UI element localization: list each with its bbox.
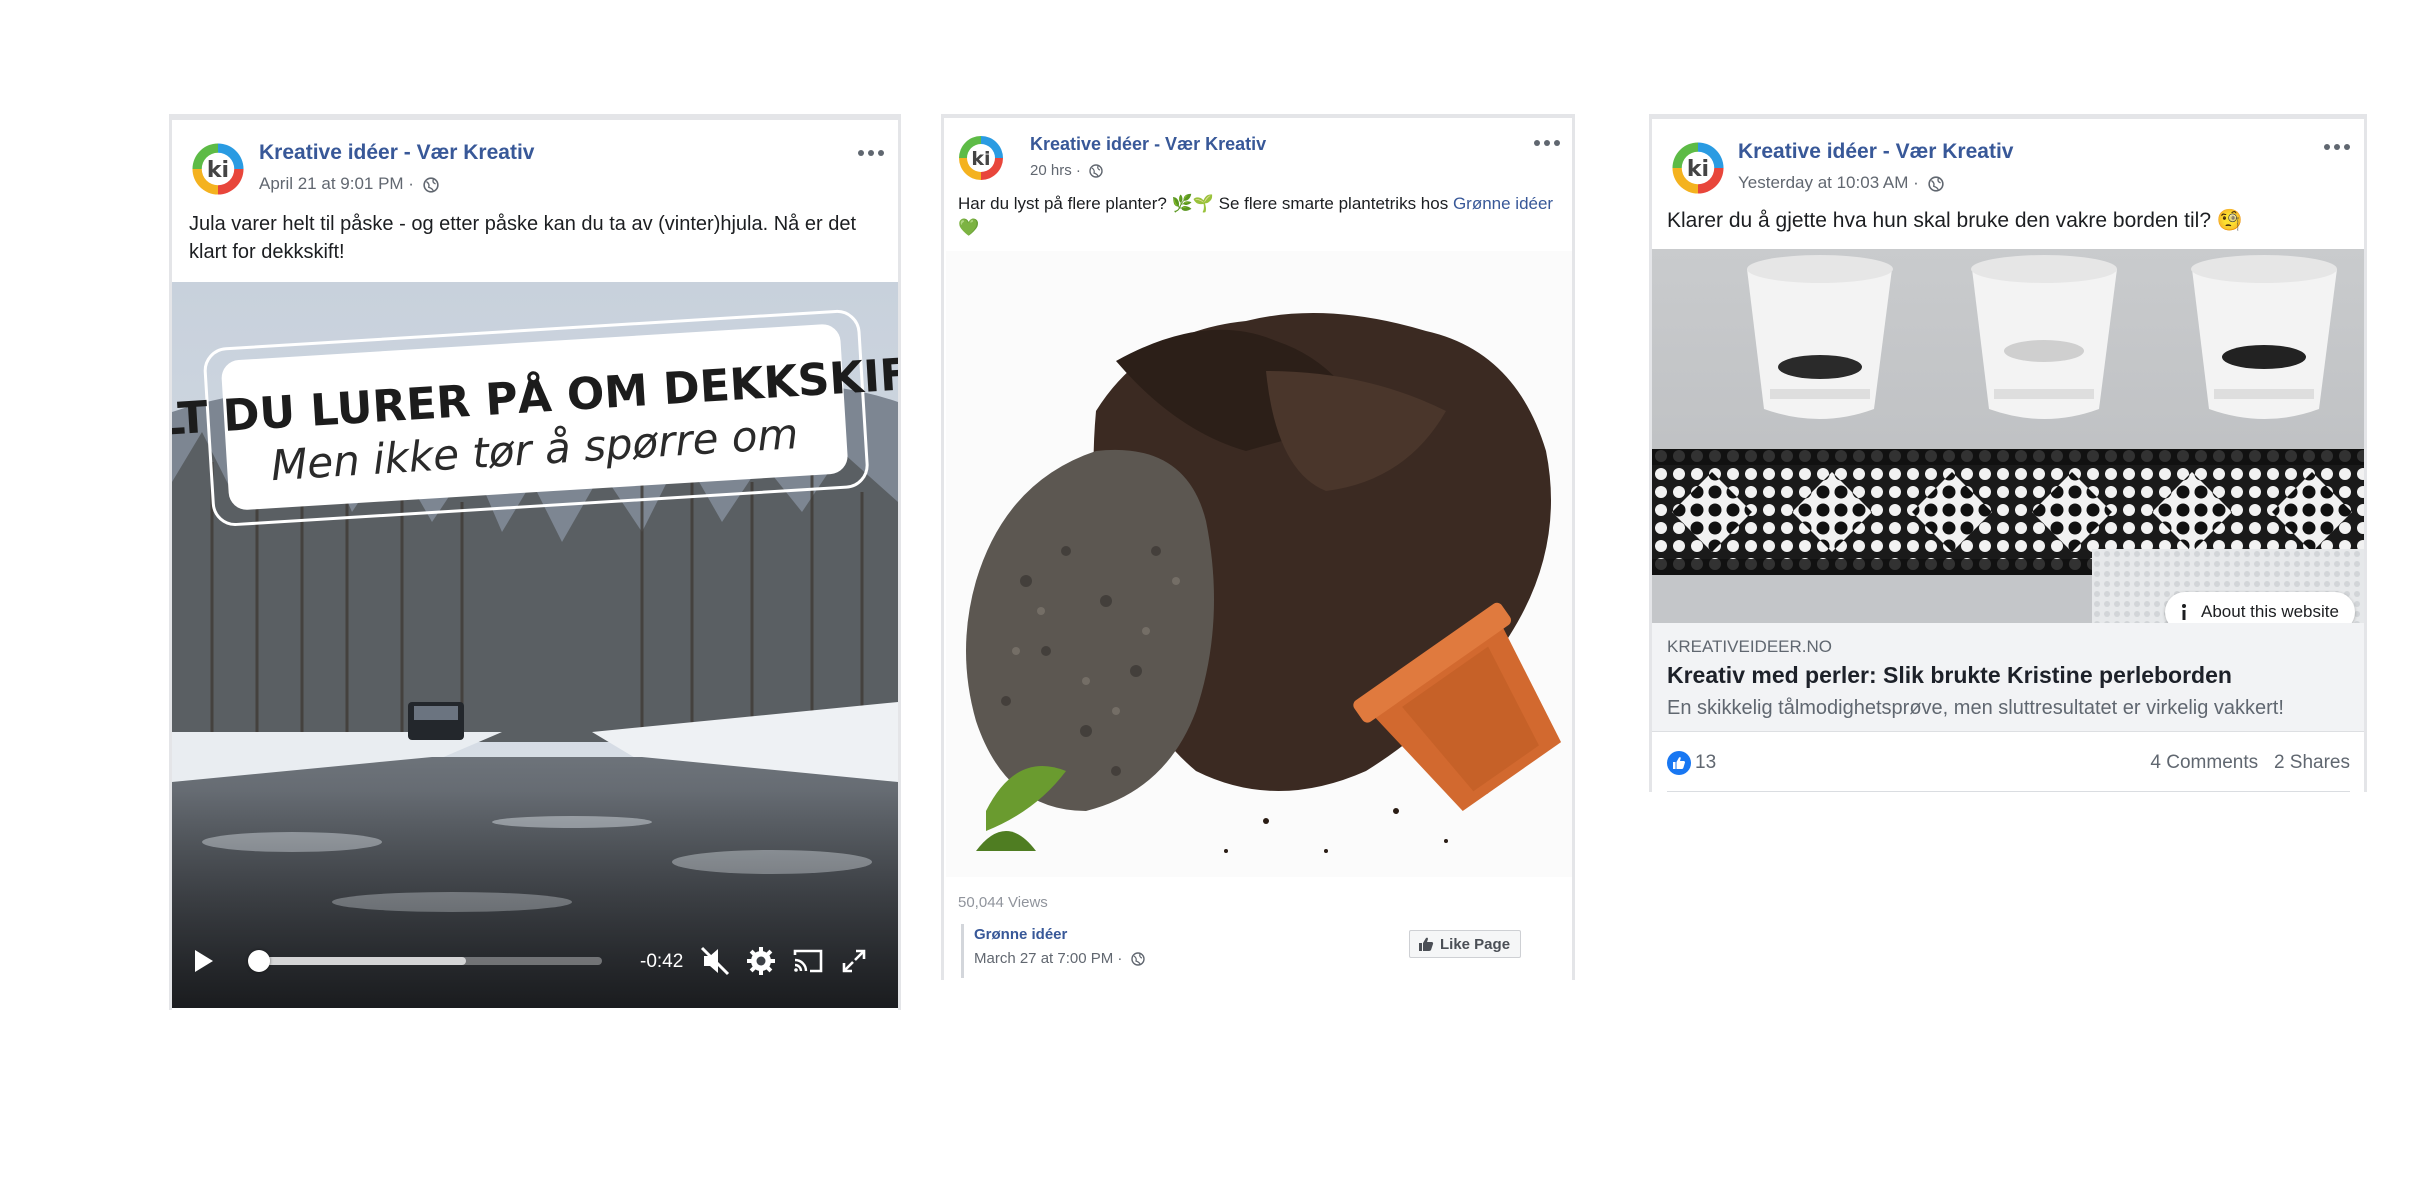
more-options-button[interactable] — [1534, 140, 1560, 146]
post-timestamp[interactable]: 20 hrs · — [1030, 162, 1103, 179]
more-options-button[interactable] — [858, 150, 884, 156]
shared-page-attribution: Grønne idéer March 27 at 7:00 PM · Like … — [961, 924, 1546, 978]
globe-icon — [1927, 175, 1944, 192]
globe-icon — [423, 176, 439, 193]
soil-and-pot-image — [946, 251, 1572, 877]
link-domain: KREATIVEIDEER.NO — [1667, 637, 1832, 656]
kreative-ideer-logo-icon — [1671, 141, 1725, 195]
like-page-label: Like Page — [1440, 935, 1511, 953]
thumbs-up-icon — [1419, 937, 1434, 951]
comments-count-link[interactable]: 4 Comments — [2150, 752, 2258, 773]
shared-video-post-planter: Kreative idéer - Vær Kreativ 20 hrs · Ha… — [941, 114, 1575, 980]
video-seek-bar[interactable] — [248, 950, 602, 972]
timestamp-text[interactable]: April 21 at 9:01 PM · — [259, 174, 419, 193]
shared-timestamp-text[interactable]: March 27 at 7:00 PM · — [974, 950, 1127, 967]
post-text: Jula varer helt til påske - og etter pås… — [189, 213, 857, 263]
play-icon[interactable] — [192, 948, 216, 974]
fullscreen-icon[interactable] — [841, 948, 867, 974]
link-preview-image[interactable] — [1652, 249, 2364, 623]
link-post-perlebord: Kreative idéer - Vær Kreativ Yesterday a… — [1649, 114, 2367, 792]
video-post-dekkskift: Kreative idéer - Vær Kreativ April 21 at… — [169, 114, 901, 1010]
engagement-counts: 4 Comments 2 Shares — [2150, 752, 2350, 774]
more-dots-icon — [858, 150, 864, 156]
shares-count-link[interactable]: 2 Shares — [2274, 752, 2350, 773]
link-preview-card[interactable]: KREATIVEIDEER.NO Kreativ med perler: Sli… — [1652, 623, 2364, 732]
page-avatar[interactable] — [1669, 139, 1727, 197]
beads-and-cups-image — [1652, 249, 2364, 623]
post-timestamp[interactable]: April 21 at 9:01 PM · — [259, 174, 439, 194]
video-player[interactable]: ALT DU LURER PÅ OM DEKKSKIFT Men ikke tø… — [172, 282, 898, 1008]
link-title[interactable]: Kreativ med perler: Slik brukte Kristine… — [1667, 662, 2232, 689]
video-thumbnail-soil[interactable] — [946, 251, 1572, 877]
more-dots-icon — [2324, 144, 2330, 150]
kreative-ideer-logo-icon — [191, 142, 245, 196]
page-avatar[interactable] — [956, 133, 1006, 183]
cast-icon[interactable] — [792, 948, 824, 974]
likes-count[interactable]: 13 — [1695, 752, 1716, 774]
kreative-ideer-logo-icon — [958, 135, 1004, 181]
post-text: Klarer du å gjette hva hun skal bruke de… — [1667, 209, 2243, 232]
video-frame-winter-road: ALT DU LURER PÅ OM DEKKSKIFT Men ikke tø… — [172, 282, 898, 1008]
page-name-link[interactable]: Kreative idéer - Vær Kreativ — [1738, 140, 2013, 164]
post-timestamp[interactable]: Yesterday at 10:03 AM · — [1738, 173, 1944, 193]
link-description: En skikkelig tålmodighetsprøve, men slut… — [1667, 697, 2284, 719]
more-dots-icon — [1534, 140, 1540, 146]
post-text-prefix: Har du lyst på flere planter? 🌿🌱 Se fler… — [958, 194, 1453, 213]
shared-post-timestamp[interactable]: March 27 at 7:00 PM · — [974, 950, 1145, 967]
gear-icon[interactable] — [746, 946, 776, 976]
globe-icon — [1130, 952, 1145, 966]
page-name-link[interactable]: Kreative idéer - Vær Kreativ — [259, 141, 534, 165]
like-reaction-icon[interactable] — [1667, 751, 1691, 775]
globe-icon — [1089, 164, 1103, 178]
seek-handle[interactable] — [248, 950, 270, 972]
shared-page-name-link[interactable]: Grønne idéer — [974, 926, 1067, 943]
time-remaining: -0:42 — [640, 951, 684, 972]
timestamp-text[interactable]: 20 hrs · — [1030, 162, 1085, 179]
about-this-website-label: About this website — [2201, 602, 2339, 621]
info-icon — [2182, 604, 2186, 620]
mute-icon[interactable] — [700, 946, 732, 976]
page-avatar[interactable] — [189, 140, 247, 198]
more-options-button[interactable] — [2324, 144, 2350, 150]
timestamp-text[interactable]: Yesterday at 10:03 AM · — [1738, 173, 1924, 192]
buffered-progress — [252, 957, 466, 965]
post-text-suffix: 💚 — [958, 218, 980, 237]
page-name-link[interactable]: Kreative idéer - Vær Kreativ — [1030, 134, 1266, 155]
reactions-bar: 13 4 Comments 2 Shares — [1667, 735, 2350, 792]
post-text: Har du lyst på flere planter? 🌿🌱 Se fler… — [958, 192, 1558, 240]
video-views-count: 50,044 Views — [958, 894, 1048, 911]
gronne-ideer-mention-link[interactable]: Grønne idéer — [1453, 194, 1553, 213]
like-page-button[interactable]: Like Page — [1409, 930, 1522, 958]
